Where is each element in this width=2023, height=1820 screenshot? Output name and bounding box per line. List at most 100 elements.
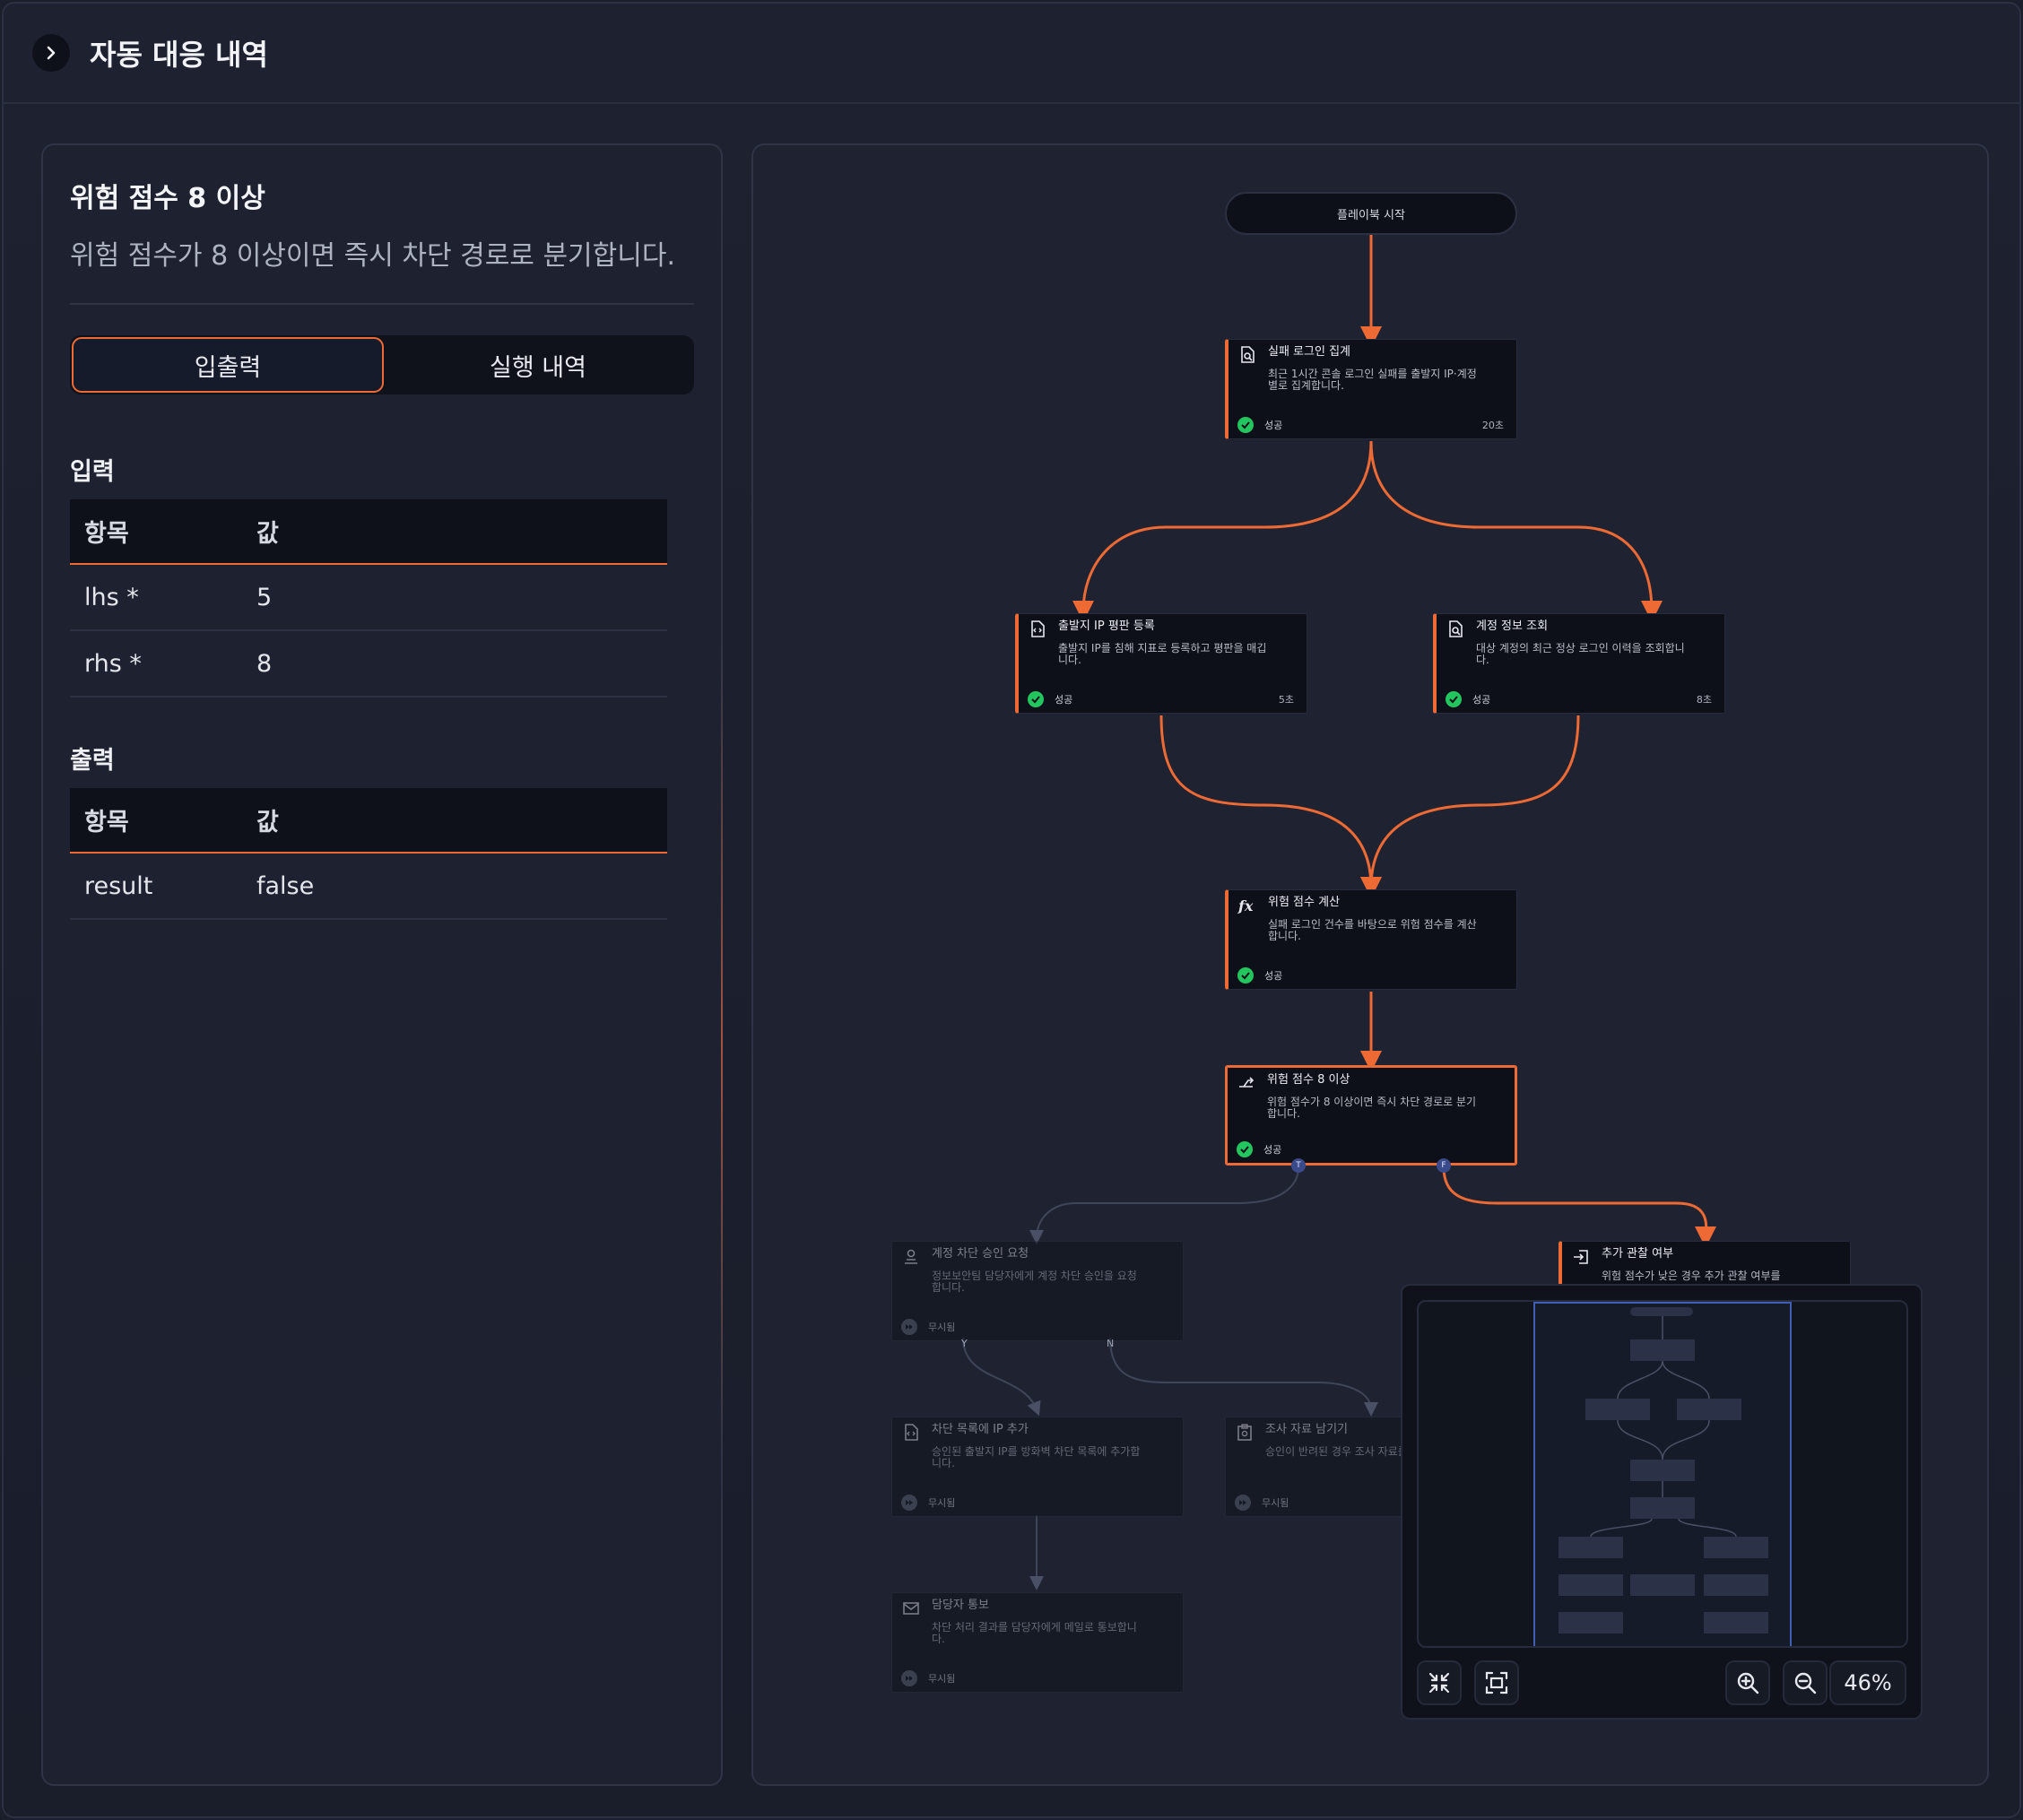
no-port-label: N bbox=[1107, 1338, 1115, 1349]
node-description: 정보보안팀 담당자에게 계정 차단 승인을 요청합니다. bbox=[932, 1270, 1137, 1294]
node-footer: 성공 5초 bbox=[1028, 691, 1294, 707]
function-icon: fx bbox=[1237, 897, 1254, 914]
node-footer: 성공 bbox=[1237, 1141, 1502, 1157]
table-cell: false bbox=[242, 853, 667, 920]
node-status: 무시됨 bbox=[928, 1497, 956, 1509]
node-title: 계정 차단 승인 요청 bbox=[932, 1247, 1029, 1261]
skip-icon bbox=[901, 1495, 917, 1511]
minimap-panel: 46% bbox=[1401, 1284, 1923, 1720]
true-port[interactable]: T bbox=[1291, 1158, 1306, 1173]
user-approval-icon bbox=[905, 1249, 917, 1264]
node-title: 위험 점수 계산 bbox=[1268, 896, 1341, 909]
flow-node-selected[interactable]: 위험 점수 8 이상 위험 점수가 8 이상이면 즉시 차단 경로로 분기합니다… bbox=[1225, 1065, 1517, 1166]
collapse-view-button[interactable] bbox=[1417, 1660, 1462, 1705]
node-description: 위험 점수가 낮은 경우 추가 관찰 여부를 bbox=[1602, 1270, 1781, 1282]
flow-node[interactable]: 계정 정보 조회 대상 계정의 최근 정상 로그인 이력을 조회합니다. 성공 … bbox=[1433, 613, 1725, 714]
node-detail-panel: 위험 점수 8 이상 위험 점수가 8 이상이면 즉시 차단 경로로 분기합니다… bbox=[41, 143, 723, 1786]
playbook-start-node[interactable]: 플레이북 시작 bbox=[1225, 192, 1517, 235]
table-header-row: 항목 값 bbox=[70, 788, 667, 854]
input-section-label: 입력 bbox=[70, 458, 115, 486]
node-status: 성공 bbox=[1263, 1144, 1282, 1156]
node-status: 성공 bbox=[1264, 970, 1283, 982]
flow-node[interactable]: 담당자 통보 차단 처리 결과를 담당자에게 메일로 통보합니다. 무시됨 bbox=[891, 1592, 1184, 1693]
table-row: lhs * 5 bbox=[70, 564, 667, 631]
node-footer: 성공 8초 bbox=[1446, 691, 1712, 707]
node-description: 실패 로그인 건수를 바탕으로 위험 점수를 계산합니다. bbox=[1268, 918, 1477, 942]
node-duration: 20초 bbox=[1481, 420, 1504, 431]
node-description: 위험 점수가 8 이상이면 즉시 차단 경로로 분기합니다. bbox=[1267, 1096, 1477, 1120]
svg-text:fx: fx bbox=[1237, 897, 1254, 914]
column-header: 항목 bbox=[70, 788, 242, 854]
skip-icon bbox=[901, 1319, 917, 1335]
zoom-level: 46% bbox=[1829, 1660, 1906, 1705]
enter-icon bbox=[1574, 1250, 1588, 1264]
branch-icon bbox=[1239, 1077, 1255, 1088]
column-header: 값 bbox=[242, 499, 667, 565]
tab-io[interactable]: 입출력 bbox=[72, 337, 384, 393]
input-table: 항목 값 lhs * 5 rhs * 8 bbox=[70, 499, 667, 698]
skip-icon bbox=[1235, 1495, 1251, 1511]
mail-icon bbox=[903, 1602, 919, 1615]
node-title: 추가 관찰 여부 bbox=[1602, 1247, 1674, 1261]
node-description: 대상 계정의 최근 정상 로그인 이력을 조회합니다. bbox=[1476, 642, 1685, 666]
table-cell: 5 bbox=[242, 564, 667, 631]
node-title: 차단 목록에 IP 추가 bbox=[932, 1423, 1029, 1436]
node-status: 성공 bbox=[1264, 420, 1283, 431]
flow-node[interactable]: 실패 로그인 집계 최근 1시간 콘솔 로그인 실패를 출발지 IP·계정별로 … bbox=[1225, 339, 1517, 439]
node-title: 계정 정보 조회 bbox=[1476, 620, 1549, 633]
column-header: 값 bbox=[242, 788, 667, 854]
table-cell: rhs * bbox=[70, 630, 242, 698]
document-search-icon bbox=[1449, 620, 1463, 637]
flow-node[interactable]: fx 위험 점수 계산 실패 로그인 건수를 바탕으로 위험 점수를 계산합니다… bbox=[1225, 889, 1517, 990]
tab-history[interactable]: 실행 내역 bbox=[384, 337, 692, 393]
node-title: 실패 로그인 집계 bbox=[1268, 345, 1350, 359]
node-footer: 성공 20초 bbox=[1237, 417, 1504, 433]
minimap-nodes bbox=[1558, 1307, 1768, 1634]
node-status: 무시됨 bbox=[928, 1673, 956, 1685]
column-header: 항목 bbox=[70, 499, 242, 565]
check-icon bbox=[1237, 417, 1254, 433]
flow-node[interactable]: 출발지 IP 평판 등록 출발지 IP를 침해 지표로 등록하고 평판을 매깁니… bbox=[1015, 613, 1307, 714]
detail-tabs: 입출력 실행 내역 bbox=[70, 335, 694, 394]
table-row: result false bbox=[70, 853, 667, 920]
node-description: 출발지 IP를 침해 지표로 등록하고 평판을 매깁니다. bbox=[1058, 642, 1267, 666]
table-header-row: 항목 값 bbox=[70, 499, 667, 565]
output-section-label: 출력 bbox=[70, 747, 115, 775]
false-port[interactable]: F bbox=[1437, 1158, 1451, 1173]
table-cell: result bbox=[70, 853, 242, 920]
collapse-button[interactable] bbox=[32, 34, 70, 72]
flow-node[interactable]: 계정 차단 승인 요청 정보보안팀 담당자에게 계정 차단 승인을 요청합니다.… bbox=[891, 1241, 1184, 1341]
node-description: 최근 1시간 콘솔 로그인 실패를 출발지 IP·계정별로 집계합니다. bbox=[1268, 368, 1477, 392]
app-frame: 자동 대응 내역 위험 점수 8 이상 위험 점수가 8 이상이면 즉시 차단 … bbox=[2, 2, 2021, 1818]
fit-view-button[interactable] bbox=[1474, 1660, 1519, 1705]
node-status: 성공 bbox=[1055, 694, 1073, 706]
node-duration: 8초 bbox=[1696, 694, 1712, 706]
node-footer: 무시됨 bbox=[901, 1319, 1170, 1335]
minimap-controls: 46% bbox=[1417, 1660, 1908, 1707]
zoom-out-button[interactable] bbox=[1783, 1660, 1828, 1705]
output-table: 항목 값 result false bbox=[70, 788, 667, 920]
flow-node[interactable]: 차단 목록에 IP 추가 승인된 출발지 IP를 방화벽 차단 목록에 추가합니… bbox=[891, 1417, 1184, 1517]
chevron-right-icon bbox=[47, 46, 56, 60]
page-header: 자동 대응 내역 bbox=[4, 4, 2019, 104]
table-cell: 8 bbox=[242, 630, 667, 698]
zoom-in-button[interactable] bbox=[1725, 1660, 1770, 1705]
detail-title: 위험 점수 8 이상 bbox=[70, 183, 265, 214]
zoom-out-icon bbox=[1794, 1672, 1817, 1694]
yes-port-label: Y bbox=[961, 1338, 968, 1349]
skip-icon bbox=[901, 1670, 917, 1686]
node-duration: 5초 bbox=[1278, 694, 1294, 706]
check-icon bbox=[1237, 1141, 1253, 1157]
node-title: 위험 점수 8 이상 bbox=[1267, 1073, 1350, 1087]
node-description: 차단 처리 결과를 담당자에게 메일로 통보합니다. bbox=[932, 1621, 1137, 1645]
check-icon bbox=[1237, 967, 1254, 984]
node-status: 성공 bbox=[1472, 694, 1491, 706]
node-status: 무시됨 bbox=[928, 1322, 956, 1333]
check-icon bbox=[1028, 691, 1044, 707]
document-code-icon bbox=[905, 1424, 918, 1441]
minimap-view[interactable] bbox=[1417, 1300, 1908, 1648]
table-row: rhs * 8 bbox=[70, 630, 667, 698]
zoom-in-icon bbox=[1737, 1672, 1759, 1694]
node-footer: 성공 bbox=[1237, 967, 1504, 984]
clipboard-search-icon bbox=[1237, 1424, 1252, 1441]
